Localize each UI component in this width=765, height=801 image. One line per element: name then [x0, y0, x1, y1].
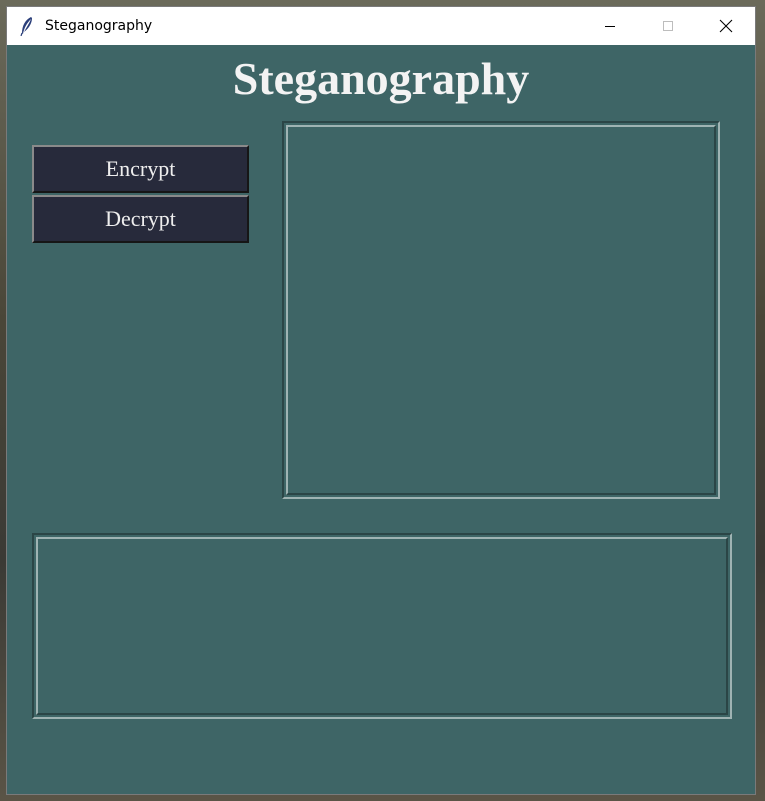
- window-controls: [581, 7, 755, 45]
- minimize-icon: [605, 26, 615, 27]
- message-text-area[interactable]: [32, 533, 732, 719]
- message-text-area-inner: [36, 537, 728, 715]
- maximize-icon: [663, 21, 673, 31]
- page-title: Steganography: [232, 53, 530, 104]
- close-icon: [719, 19, 733, 33]
- window-title: Steganography: [45, 18, 153, 34]
- image-display-panel-inner: [286, 125, 716, 495]
- minimize-button[interactable]: [581, 7, 639, 45]
- app-window: Steganography Steganography Encrypt Decr…: [6, 6, 756, 795]
- close-button[interactable]: [697, 7, 755, 45]
- decrypt-button[interactable]: Decrypt: [32, 195, 249, 243]
- encrypt-button[interactable]: Encrypt: [32, 145, 249, 193]
- feather-icon: [20, 17, 32, 36]
- image-display-panel: [282, 121, 720, 499]
- maximize-button[interactable]: [639, 7, 697, 45]
- title-bar[interactable]: Steganography: [7, 7, 755, 45]
- main-content: Steganography Encrypt Decrypt: [7, 45, 755, 795]
